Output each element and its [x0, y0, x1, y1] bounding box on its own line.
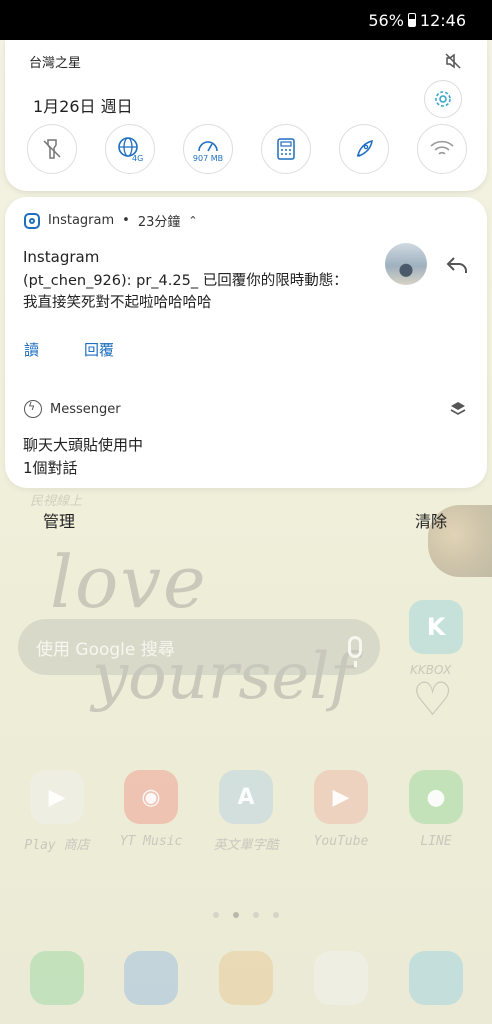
dictionary-app-icon[interactable]: A 英文單字酷 [213, 770, 279, 853]
instagram-notification-body[interactable]: (pt_chen_926): pr_4.25_ 已回覆你的限時動態：我直接笑死對… [23, 270, 353, 314]
manage-notifications-button[interactable]: 管理 [43, 508, 75, 532]
phone-app-icon[interactable] [30, 951, 84, 1005]
app-label-youtube: YouTube [313, 834, 369, 849]
page-indicator [0, 912, 492, 918]
carrier-name: 台灣之星 [29, 56, 82, 71]
instagram-notification-title[interactable]: Instagram [23, 248, 99, 266]
data-usage-toggle[interactable]: 907 MB [183, 124, 233, 174]
home-app-row: ▶ Play 商店 ◉ YT Music A 英文單字酷 ▶ YouTube ●… [0, 770, 492, 853]
calculator-icon [277, 138, 295, 160]
wifi-toggle[interactable] [417, 124, 467, 174]
notification-time: 23分鐘 [137, 215, 181, 230]
google-search-bar[interactable]: 使用 Google 搜尋 [18, 619, 380, 675]
instagram-notification-header[interactable]: Instagram • 23分鐘 ⌃ [24, 211, 198, 230]
rocket-icon [356, 139, 373, 157]
youtube-app-icon[interactable]: ▶ YouTube [314, 770, 368, 849]
page-dot-active [233, 912, 239, 918]
clear-notifications-button[interactable]: 清除 [415, 508, 447, 532]
camera-app-icon[interactable] [314, 951, 368, 1005]
status-bar: 56% 12:46 [0, 0, 492, 40]
booster-toggle[interactable] [339, 124, 389, 174]
battery-icon [407, 13, 416, 27]
date-text: 1月26日 週日 [33, 97, 133, 116]
clock: 12:46 [419, 10, 466, 30]
wallpaper-love-text: love [50, 540, 208, 624]
yt-music-app-icon[interactable]: ◉ YT Music [120, 770, 182, 849]
calculator-toggle[interactable] [261, 124, 311, 174]
kkbox-app-icon[interactable]: K [409, 600, 463, 654]
data-usage-value: 907 MB [192, 153, 224, 163]
sender-avatar [385, 243, 427, 285]
app-label-yt-music: YT Music [119, 834, 183, 849]
youtube-play-icon: ▶ [332, 784, 350, 810]
bottom-dock [0, 951, 492, 1007]
line-bubble-icon: ● [426, 784, 446, 810]
messenger-app-name: Messenger [50, 401, 121, 417]
wallpaper-brand-text: 民視線上 [30, 494, 83, 509]
yt-music-icon: ◉ [141, 784, 161, 810]
mic-icon[interactable] [348, 636, 362, 667]
mobile-data-icon: 4G [118, 137, 143, 163]
chrome-app-icon[interactable] [219, 951, 273, 1005]
instagram-app-name: Instagram [48, 213, 115, 228]
search-placeholder: 使用 Google 搜尋 [36, 639, 175, 660]
gear-icon [435, 91, 451, 107]
flashlight-off-icon [43, 139, 61, 159]
screenshot-app-icon[interactable] [409, 951, 463, 1005]
messenger-notification-text[interactable]: 1個對話 [23, 457, 78, 478]
dictionary-icon: A [237, 784, 255, 810]
wallpaper-heart-icon: ♡ [412, 672, 454, 726]
data-usage-icon [198, 140, 218, 151]
flashlight-toggle[interactable] [27, 124, 77, 174]
settings-button[interactable] [424, 80, 462, 118]
mobile-data-toggle[interactable]: 4G [105, 124, 155, 174]
notification-card: Instagram • 23分鐘 ⌃ Instagram (pt_chen_92… [5, 197, 487, 488]
battery-percent: 56% [368, 10, 404, 30]
messages-app-icon[interactable] [124, 951, 178, 1005]
mute-icon [445, 53, 461, 69]
reply-button[interactable]: 回覆 [84, 339, 114, 360]
network-badge: 4G [132, 154, 143, 163]
header-separator: • [122, 213, 130, 228]
app-label-line: LINE [420, 834, 452, 849]
app-label-dictionary: 英文單字酷 [213, 838, 279, 853]
quick-settings-panel: 台灣之星 1月26日 週日 4G 907 MB [5, 40, 487, 191]
reply-arrow-icon[interactable] [445, 255, 469, 275]
page-dot [253, 912, 259, 918]
mark-read-button[interactable]: 讀 [24, 339, 39, 360]
messenger-notification-title[interactable]: 聊天大頭貼使用中 [23, 434, 143, 455]
play-store-app-icon[interactable]: ▶ Play 商店 [24, 770, 90, 853]
instagram-logo-icon [24, 212, 40, 229]
quick-tiles: 4G 907 MB [27, 124, 467, 174]
page-dot [213, 912, 219, 918]
line-app-icon[interactable]: ● LINE [409, 770, 463, 849]
page-dot [273, 912, 279, 918]
messenger-notification-header[interactable]: Messenger [24, 400, 121, 418]
play-triangle-icon: ▶ [48, 784, 66, 810]
chevron-up-icon[interactable]: ⌃ [188, 214, 197, 227]
layers-icon[interactable] [449, 400, 467, 418]
kkbox-app-label: KKBOX [410, 663, 452, 677]
wifi-icon [430, 140, 454, 155]
messenger-logo-icon [24, 400, 42, 418]
